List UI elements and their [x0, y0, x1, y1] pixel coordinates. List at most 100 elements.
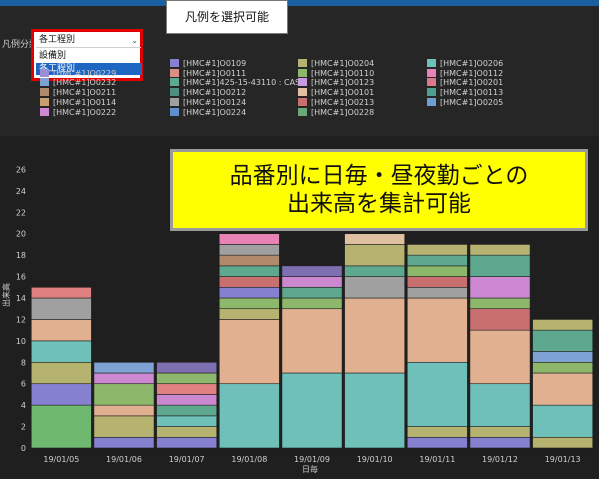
bar-segment: [218, 276, 280, 288]
bar-segment: [344, 233, 406, 245]
bar-segment: [281, 276, 343, 288]
bar-segment: [218, 265, 280, 277]
y-tick-label: 6: [21, 380, 26, 389]
bar-segment: [156, 394, 218, 406]
y-tick-label: 16: [16, 273, 26, 282]
bar-segment: [30, 319, 92, 342]
highlight-banner: 品番別に日毎・昼夜勤ごとの 出来高を集計可能: [170, 149, 588, 231]
bar-segment: [93, 415, 155, 438]
bar-segment: [469, 329, 531, 385]
x-tick-label: 19/01/12: [482, 455, 518, 464]
bar-segment: [93, 372, 155, 385]
y-tick-label: 22: [16, 208, 26, 217]
y-tick-label: 14: [16, 294, 26, 303]
y-axis: 02468101214161820222426: [16, 165, 26, 453]
bar-segment: [218, 254, 280, 267]
bar-segment: [218, 308, 280, 320]
bar-segment: [469, 383, 531, 427]
bar-segment: [469, 426, 531, 438]
y-axis-title: 出来高: [1, 283, 11, 307]
bar-segment: [218, 286, 280, 299]
y-tick-label: 8: [21, 358, 26, 367]
x-tick-label: 19/01/09: [294, 455, 330, 464]
bar-segment: [532, 404, 594, 438]
bar-segment: [30, 383, 92, 406]
x-tick-label: 19/01/05: [43, 455, 79, 464]
x-axis-title: 日毎: [302, 464, 318, 474]
banner-line-1: 品番別に日毎・昼夜勤ごとの: [229, 163, 529, 189]
bar-segment: [469, 276, 531, 299]
bar-segment: [406, 297, 468, 363]
x-tick-label: 19/01/06: [106, 455, 142, 464]
x-axis: 19/01/05 19/01/06 19/01/07 19/01/08 19/01/09…: [43, 455, 580, 464]
bar-segment: [218, 233, 280, 245]
bar-segment: [406, 276, 468, 288]
bar-segment: [532, 372, 594, 406]
stacked-bar-chart: 02468101214161820222426 19/01/05 19/01/06…: [1, 165, 594, 474]
bar-segment: [406, 254, 468, 267]
bar-segment: [156, 404, 218, 417]
x-tick-label: 19/01/11: [419, 455, 455, 464]
bar-segment: [406, 436, 468, 449]
x-tick-label: 19/01/10: [357, 455, 393, 464]
bar-segment: [30, 361, 92, 385]
bar-segment: [93, 383, 155, 406]
y-tick-label: 4: [21, 401, 26, 410]
bar-segment: [218, 383, 280, 449]
bar-segment: [406, 244, 468, 256]
bar-segment: [344, 276, 406, 299]
bar-segment: [406, 426, 468, 438]
y-tick-label: 0: [21, 444, 26, 453]
y-tick-label: 18: [16, 251, 26, 260]
bar-segment: [30, 286, 92, 299]
bar-segment: [218, 244, 280, 256]
bar-segment: [156, 436, 218, 449]
bar-segment: [344, 372, 406, 449]
bar-segment: [218, 297, 280, 310]
y-tick-label: 2: [21, 423, 26, 432]
x-tick-label: 19/01/08: [231, 455, 267, 464]
bars: [30, 233, 594, 449]
bar-segment: [469, 297, 531, 310]
bar-segment: [281, 286, 343, 299]
bar-segment: [532, 436, 594, 449]
bar-segment: [281, 308, 343, 374]
bar-segment: [344, 265, 406, 277]
y-tick-label: 20: [16, 230, 26, 239]
bar-segment: [93, 436, 155, 449]
y-tick-label: 12: [16, 315, 26, 324]
bar-segment: [406, 286, 468, 299]
bar-segment: [344, 244, 406, 267]
bar-segment: [469, 436, 531, 449]
bar-segment: [532, 361, 594, 374]
bar-segment: [156, 415, 218, 427]
x-tick-label: 19/01/13: [545, 455, 581, 464]
bar-segment: [281, 265, 343, 277]
bar-segment: [344, 297, 406, 374]
bar-segment: [93, 361, 155, 374]
bar-segment: [93, 404, 155, 417]
bar-segment: [281, 297, 343, 310]
bar-segment: [156, 426, 218, 438]
bar-segment: [156, 361, 218, 374]
bar-segment: [30, 297, 92, 320]
bar-segment: [406, 265, 468, 277]
bar-segment: [469, 308, 531, 331]
y-tick-label: 26: [16, 165, 26, 174]
y-tick-label: 24: [16, 187, 26, 196]
bar-segment: [281, 372, 343, 449]
y-tick-label: 10: [16, 337, 26, 346]
bar-segment: [218, 319, 280, 385]
bar-segment: [406, 361, 468, 427]
banner-line-2: 出来高を集計可能: [287, 191, 471, 217]
bar-segment: [532, 329, 594, 352]
x-tick-label: 19/01/07: [169, 455, 205, 464]
bar-segment: [469, 244, 531, 256]
bar-segment: [469, 254, 531, 277]
bar-segment: [156, 383, 218, 395]
bar-segment: [532, 319, 594, 331]
bar-segment: [532, 351, 594, 363]
bar-segment: [30, 404, 92, 449]
bar-segment: [30, 340, 92, 363]
bar-segment: [156, 372, 218, 385]
